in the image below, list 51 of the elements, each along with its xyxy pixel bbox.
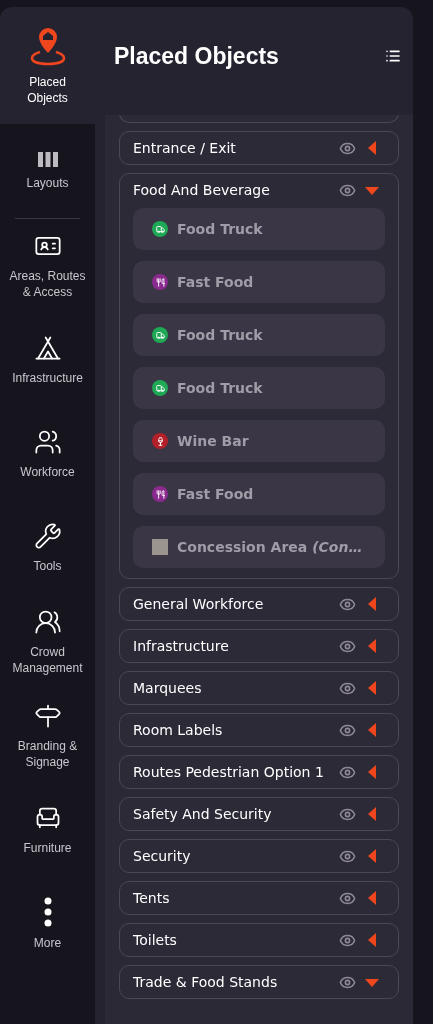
group-name[interactable]: Food And Beverage — [133, 180, 331, 200]
object-item[interactable]: Fast Food — [133, 473, 385, 515]
sidebar-item[interactable]: Areas, Routes & Access — [0, 219, 95, 313]
crowd-icon — [33, 608, 62, 636]
signpost-icon — [33, 702, 62, 730]
caret-left-icon[interactable] — [368, 933, 376, 947]
sidebar-item[interactable]: Crowd Management — [0, 595, 95, 689]
sidebar-item[interactable]: Workforce — [0, 407, 95, 501]
caret-left-icon[interactable] — [368, 765, 376, 779]
caret-down-icon[interactable] — [365, 185, 379, 195]
group-name[interactable]: Routes Pedestrian Option 1 — [133, 762, 331, 782]
caret-left-icon[interactable] — [368, 639, 376, 653]
group-name[interactable]: Trade & Food Stands — [133, 972, 331, 992]
object-item[interactable]: Fast Food — [133, 261, 385, 303]
group-name[interactable]: General Workforce — [133, 594, 331, 614]
sidebar-item[interactable]: Infrastructure — [0, 313, 95, 407]
group-name[interactable]: Infrastructure — [133, 636, 331, 656]
object-item[interactable]: Food Truck — [133, 314, 385, 356]
caret-down-icon[interactable] — [365, 977, 379, 987]
panel-title: Placed Objects — [114, 41, 279, 71]
caret-left-icon[interactable] — [368, 723, 376, 737]
group-name[interactable]: Room Labels — [133, 720, 331, 740]
sidebar-item[interactable]: Furniture — [0, 783, 95, 877]
group-name[interactable]: Security — [133, 846, 331, 866]
sidebar-item[interactable]: Layouts — [0, 124, 95, 218]
caret-left-icon[interactable] — [368, 849, 376, 863]
object-item[interactable]: Wine Bar — [133, 420, 385, 462]
caret-left-icon[interactable] — [368, 807, 376, 821]
caret-left-icon[interactable] — [368, 597, 376, 611]
group-name[interactable]: Tents — [133, 888, 331, 908]
sidebar-item[interactable]: Placed Objects — [0, 7, 95, 124]
group-name[interactable]: Safety And Security — [133, 804, 331, 824]
object-item[interactable]: Concession Area (Con… — [133, 526, 385, 568]
object-item[interactable]: Food Truck — [133, 208, 385, 250]
sidebar-item[interactable]: Branding & Signage — [0, 689, 95, 783]
caret-left-icon[interactable] — [368, 141, 376, 155]
caret-left-icon[interactable] — [368, 681, 376, 695]
people-icon — [33, 428, 62, 456]
sidebar-item[interactable]: More — [0, 877, 95, 971]
group-name[interactable]: Entrance / Exit — [133, 138, 331, 158]
group-name[interactable]: Marquees — [133, 678, 331, 698]
columns-icon — [37, 151, 58, 167]
tent-icon — [33, 334, 62, 362]
sidebar-item[interactable]: Tools — [0, 501, 95, 595]
map-pin-icon — [29, 25, 66, 66]
group-name[interactable]: Toilets — [133, 930, 331, 950]
caret-left-icon[interactable] — [368, 891, 376, 905]
object-item[interactable]: Food Truck — [133, 367, 385, 409]
more-icon — [43, 897, 52, 927]
list-icon[interactable] — [385, 48, 401, 64]
wrench-icon — [33, 522, 62, 550]
